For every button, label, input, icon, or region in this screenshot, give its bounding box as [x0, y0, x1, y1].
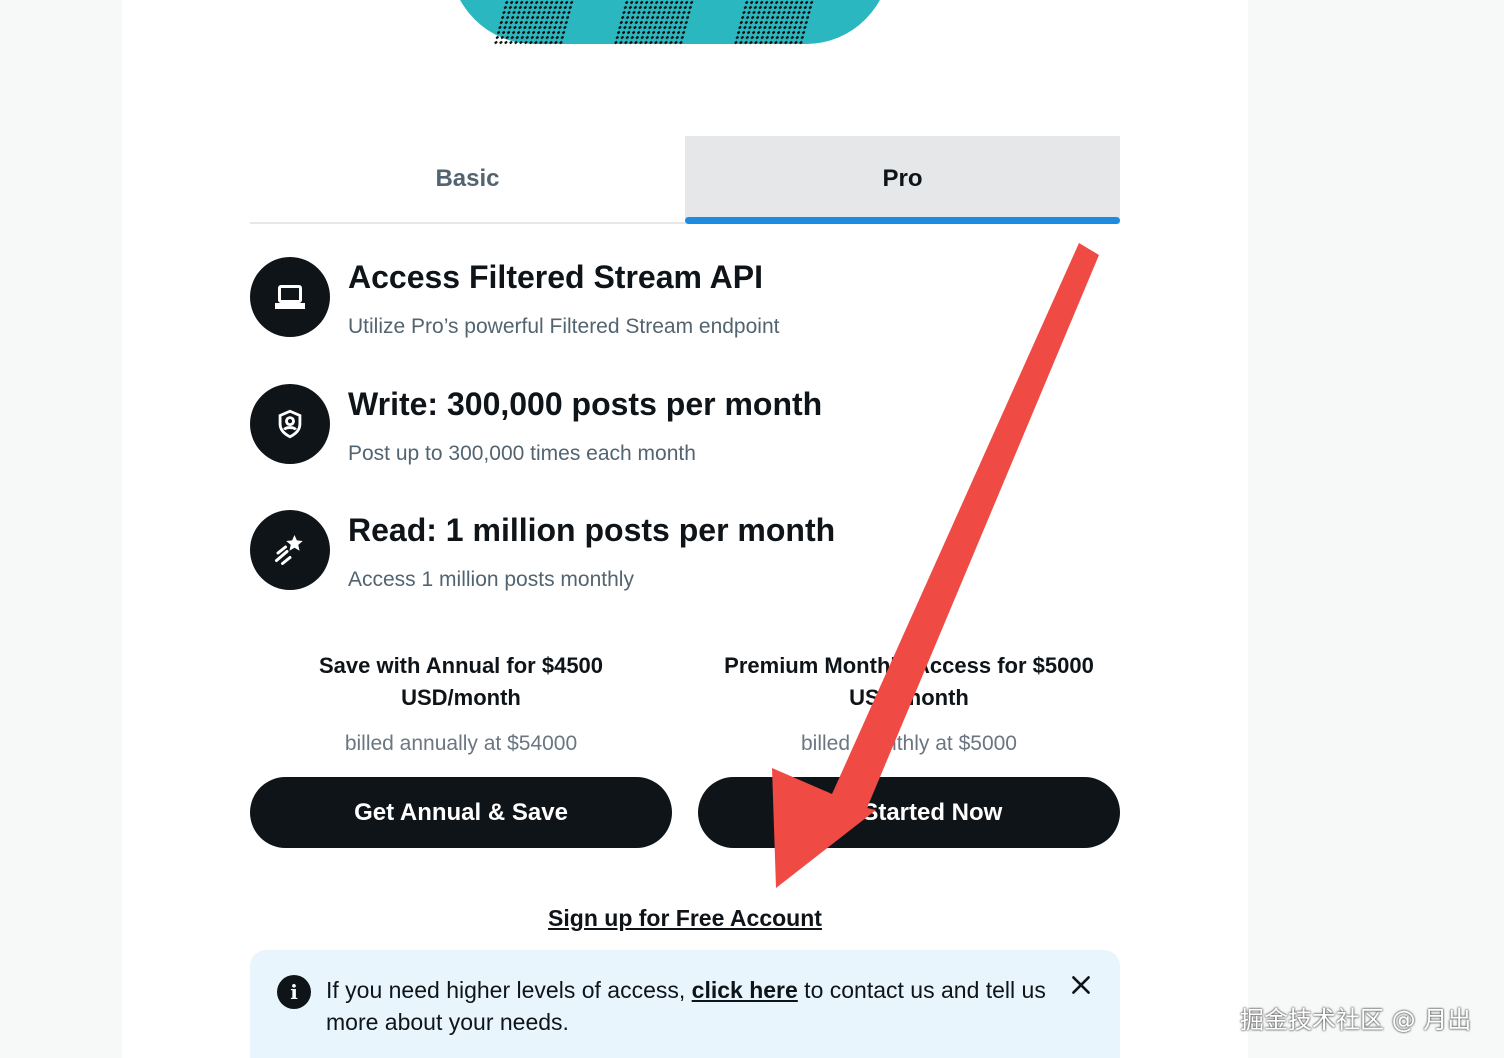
signup-row: Sign up for Free Account — [250, 905, 1120, 932]
feature-subtitle: Access 1 million posts monthly — [348, 568, 634, 591]
close-icon[interactable] — [1068, 972, 1094, 998]
plan-billing-note: billed monthly at $5000 — [801, 732, 1017, 755]
plan-title: Premium Monthly Access for $5000 USD/mon… — [698, 650, 1120, 714]
info-icon: i — [277, 975, 311, 1009]
watermark: 掘金技术社区 @ 月出 — [1240, 1006, 1472, 1034]
shield-user-icon — [250, 384, 330, 464]
plan-title-line: USD/month — [849, 685, 969, 710]
tab-basic[interactable]: Basic — [250, 136, 685, 222]
feature-title: Read: 1 million posts per month — [348, 512, 836, 548]
notice-text: If you need higher levels of access, cli… — [326, 974, 1046, 1038]
notice-text-before: If you need higher levels of access, — [326, 977, 692, 1003]
feature-title: Access Filtered Stream API — [348, 259, 763, 295]
plan-title-line: USD/month — [401, 685, 521, 710]
monthly-plan: Premium Monthly Access for $5000 USD/mon… — [698, 650, 1120, 756]
info-notice: i If you need higher levels of access, c… — [250, 950, 1120, 1058]
plan-billing-note: billed annually at $54000 — [344, 732, 578, 755]
signup-free-link[interactable]: Sign up for Free Account — [548, 905, 822, 931]
feature-subtitle: Post up to 300,000 times each month — [348, 442, 696, 465]
plan-title: Save with Annual for $4500 USD/month — [250, 650, 672, 714]
feature-item: Write: 300,000 posts per month Post up t… — [250, 384, 1120, 474]
tab-pro[interactable]: Pro — [685, 136, 1120, 224]
get-annual-button[interactable]: Get Annual & Save — [250, 777, 672, 848]
feature-subtitle: Utilize Pro’s powerful Filtered Stream e… — [348, 315, 780, 338]
hero-illustration — [440, 0, 900, 48]
plan-tabs: Basic Pro — [250, 136, 1120, 224]
get-started-button[interactable]: Get Started Now — [698, 777, 1120, 848]
contact-link[interactable]: click here — [692, 977, 798, 1003]
plan-title-line: Premium Monthly Access for $5000 — [724, 653, 1094, 678]
sparkle-star-icon — [250, 510, 330, 590]
plan-title-line: Save with Annual for $4500 — [318, 653, 604, 678]
annual-plan: Save with Annual for $4500 USD/month bil… — [250, 650, 672, 756]
laptop-icon — [250, 257, 330, 337]
feature-item: Read: 1 million posts per month Access 1… — [250, 510, 1120, 600]
feature-item: Access Filtered Stream API Utilize Pro’s… — [250, 257, 1120, 347]
feature-title: Write: 300,000 posts per month — [348, 386, 823, 422]
